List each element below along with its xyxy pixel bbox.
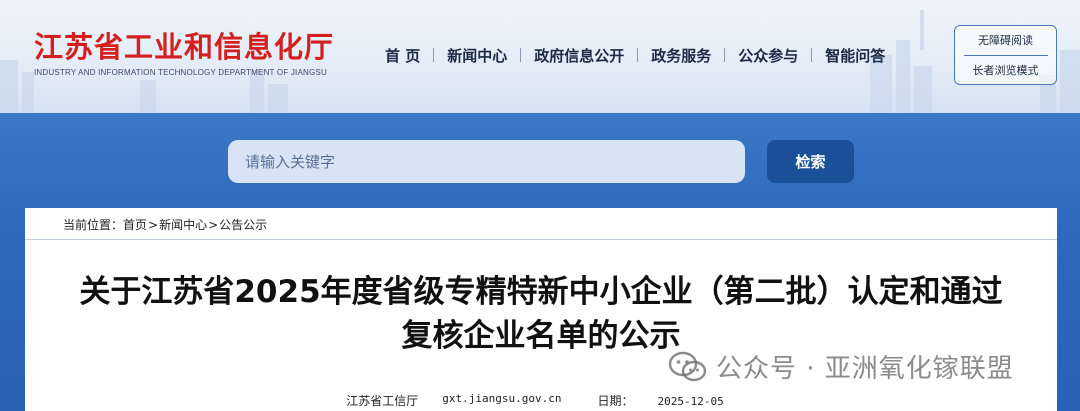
nav-item-gov-info[interactable]: 政府信息公开: [521, 45, 637, 66]
site-logo-subtitle: INDUSTRY AND INFORMATION TECHNOLOGY DEPA…: [34, 68, 327, 77]
nav-item-participation[interactable]: 公众参与: [725, 45, 811, 66]
search-input[interactable]: 请输入关键字: [228, 140, 745, 183]
breadcrumb-home[interactable]: 首页: [123, 216, 147, 233]
watermark-text: 公众号 · 亚洲氧化镓联盟: [716, 354, 1014, 384]
barrier-free-reading-button[interactable]: 无障碍阅读: [955, 26, 1056, 55]
article-date-wrapper: 日期： 2025-12-05: [585, 392, 735, 409]
nav-item-home[interactable]: 首 页: [372, 45, 433, 66]
site-logo-title[interactable]: 江苏省工业和信息化厅: [34, 24, 334, 66]
wechat-icon: [668, 351, 707, 381]
breadcrumb-separator: >: [208, 217, 219, 232]
breadcrumb: 当前位置： 首页 > 新闻中心 > 公告公示: [63, 216, 267, 233]
article-site: gxt.jiangsu.gov.cn: [442, 392, 562, 405]
article-date-label: 日期：: [597, 394, 634, 408]
elder-mode-button[interactable]: 长者浏览模式: [955, 56, 1056, 85]
article-meta: 江苏省工信厅 gxt.jiangsu.gov.cn 日期： 2025-12-05: [25, 392, 1057, 409]
nav-item-news[interactable]: 新闻中心: [434, 45, 520, 66]
article-title: 关于江苏省2025年度省级专精特新中小企业（第二批）认定和通过 复核企业名单的公…: [25, 270, 1057, 358]
article-date: 2025-12-05: [657, 395, 724, 408]
breadcrumb-divider: [25, 239, 1057, 240]
breadcrumb-news[interactable]: 新闻中心: [159, 216, 207, 233]
breadcrumb-prefix: 当前位置：: [63, 218, 124, 232]
accessibility-box: 无障碍阅读 长者浏览模式: [954, 25, 1057, 85]
nav-item-services[interactable]: 政务服务: [638, 45, 724, 66]
breadcrumb-announcements[interactable]: 公告公示: [219, 216, 267, 233]
nav-item-smart-qa[interactable]: 智能问答: [812, 45, 898, 66]
breadcrumb-separator: >: [148, 217, 159, 232]
main-nav: 首 页 新闻中心 政府信息公开 政务服务 公众参与 智能问答: [372, 42, 898, 68]
site-header: 江苏省工业和信息化厅 INDUSTRY AND INFORMATION TECH…: [0, 0, 1080, 113]
article-title-line1: 关于江苏省2025年度省级专精特新中小企业（第二批）认定和通过: [79, 274, 1003, 310]
search-button[interactable]: 检索: [767, 140, 854, 183]
article-title-line2: 复核企业名单的公示: [401, 318, 681, 354]
wechat-watermark: 公众号 · 亚洲氧化镓联盟: [668, 348, 1014, 385]
article-source: 江苏省工信厅: [346, 394, 419, 408]
